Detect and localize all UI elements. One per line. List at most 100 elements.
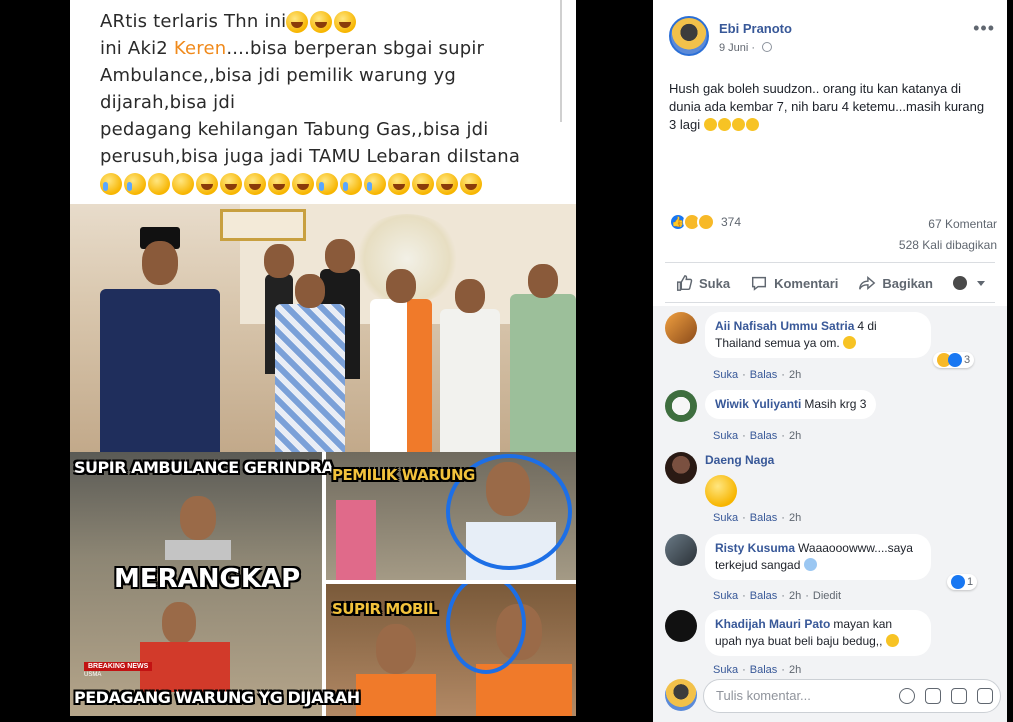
supir-ambulance-label: SUPIR AMBULANCE GERINDRA: [74, 458, 334, 477]
comment-time[interactable]: 2h: [789, 512, 801, 524]
commenter-avatar[interactable]: [665, 312, 697, 344]
sad-emoji-icon: [100, 173, 122, 196]
laugh-emoji-icon: [220, 173, 242, 196]
comments-section: Aii Nafisah Ummu Satria 4 di Thailand sem…: [653, 306, 1007, 676]
more-options-button[interactable]: •••: [973, 18, 995, 39]
collage-cell-ambulance: MERANGKAP BREAKING NEWS USMA: [70, 452, 322, 716]
sticker-icon[interactable]: [977, 688, 993, 704]
post-date-text[interactable]: 9 Juni: [719, 42, 748, 54]
like-reaction-icon: [948, 353, 962, 367]
grin-emoji-icon: [310, 11, 333, 33]
grin-emoji-icon: [717, 118, 731, 131]
commenter-name[interactable]: Khadijah Mauri Pato: [715, 617, 830, 631]
commenter-name[interactable]: Wiwik Yuliyanti: [715, 397, 801, 411]
breaking-news-label: BREAKING NEWS: [84, 662, 153, 671]
caption-line-5: pedagang kehilangan Tabung Gas,,bisa jdi: [100, 119, 489, 140]
comment-reaction-count: 3: [964, 354, 971, 366]
caption-line-2-suffix: ....bisa berperan sbgai supir: [226, 38, 485, 59]
comment-actions: Suka · Balas · 2h: [713, 369, 802, 381]
caption-scrollbar: [560, 0, 562, 122]
gif-icon[interactable]: [951, 688, 967, 704]
like-label: Suka: [699, 275, 731, 291]
reaction-count[interactable]: 374: [721, 215, 741, 229]
eyeroll-emoji-icon: [172, 173, 194, 196]
comment-reply-link[interactable]: Balas: [750, 512, 778, 524]
chevron-down-icon: [977, 280, 985, 286]
comment-like-link[interactable]: Suka: [713, 590, 738, 602]
comment-label: Komentari: [774, 275, 839, 291]
comment-like-link[interactable]: Suka: [713, 369, 738, 381]
comment-time[interactable]: 2h: [789, 369, 801, 381]
audience-selector[interactable]: [943, 276, 995, 290]
engagement-counts: 67 Komentar 528 Kali dibagikan: [899, 214, 997, 256]
comment-bubble: Risty Kusuma Waaaooowww....saya terkejud …: [705, 534, 931, 580]
comment-reply-link[interactable]: Balas: [750, 430, 778, 442]
comment-item: Risty Kusuma Waaaooowww....saya terkejud …: [665, 534, 995, 602]
comment-count[interactable]: 67 Komentar: [899, 214, 997, 235]
comment-text: Masih krg 3: [804, 397, 867, 411]
post-date[interactable]: 9 Juni ·: [719, 42, 773, 54]
comment-actions: Suka · Balas · 2h: [713, 430, 802, 442]
comment-time[interactable]: 2h: [789, 590, 801, 602]
post-actions: Suka Komentari Bagikan: [665, 268, 995, 298]
camera-icon[interactable]: [925, 688, 941, 704]
caption-line-3: Ambulance,,bisa jdi pemilik warung yg: [100, 65, 457, 86]
commenter-avatar[interactable]: [665, 390, 697, 422]
comment-edited[interactable]: Diedit: [813, 590, 841, 602]
rofl-emoji-icon: [412, 173, 434, 196]
author-avatar[interactable]: [669, 16, 709, 56]
comment-bubble: Khadijah Mauri Pato mayan kan upah nya bu…: [705, 610, 931, 656]
grin-emoji-icon: [334, 11, 357, 33]
comment-body: Daeng Naga: [705, 452, 774, 507]
pemilik-warung-label: PEMILIK WARUNG: [332, 466, 475, 484]
tears-emoji-icon: [340, 173, 362, 196]
commenter-avatar[interactable]: [665, 534, 697, 566]
shared-image[interactable]: ARtis terlaris Thn ini ini Aki2 Keren...…: [70, 0, 576, 716]
share-arrow-icon: [859, 276, 876, 290]
comment-reaction-badge[interactable]: 1: [947, 574, 978, 590]
caption-line-4: dijarah,bisa jdi: [100, 92, 236, 113]
wow-reaction-icon: [697, 213, 715, 231]
laugh-emoji-icon: [292, 173, 314, 196]
laugh-emoji-icon: [268, 173, 290, 196]
rofl-emoji-icon: [388, 173, 410, 196]
commenter-avatar[interactable]: [665, 452, 697, 484]
post-panel: Ebi Pranoto 9 Juni · ••• Hush gak boleh …: [653, 0, 1007, 722]
comment-time[interactable]: 2h: [789, 430, 801, 442]
share-count[interactable]: 528 Kali dibagikan: [899, 235, 997, 256]
commenter-name[interactable]: Aii Nafisah Ummu Satria: [715, 319, 854, 333]
image-caption-text: ARtis terlaris Thn ini ini Aki2 Keren...…: [70, 0, 576, 170]
laugh-emoji-icon: [843, 336, 857, 349]
scream-emoji-icon: [803, 558, 817, 571]
tears-emoji-icon: [316, 173, 338, 196]
image-caption-box: ARtis terlaris Thn ini ini Aki2 Keren...…: [70, 0, 576, 204]
like-button[interactable]: Suka: [665, 274, 740, 292]
comment-item: Khadijah Mauri Pato mayan kan upah nya bu…: [665, 610, 995, 676]
comment-reply-link[interactable]: Balas: [750, 369, 778, 381]
thumbs-up-icon: [676, 275, 693, 291]
commenter-avatar[interactable]: [665, 610, 697, 642]
comment-button[interactable]: Komentari: [740, 274, 848, 292]
comment-bubble: Aii Nafisah Ummu Satria 4 di Thailand sem…: [705, 312, 931, 358]
comment-bubble: Wiwik Yuliyanti Masih krg 3: [705, 390, 877, 419]
emoji-picker-icon[interactable]: [899, 688, 915, 704]
share-button[interactable]: Bagikan: [848, 274, 943, 292]
comment-like-link[interactable]: Suka: [713, 430, 738, 442]
author-name[interactable]: Ebi Pranoto: [719, 21, 792, 36]
comment-reaction-count: 1: [967, 576, 974, 588]
commenter-name[interactable]: Risty Kusuma: [715, 541, 795, 555]
commenter-name[interactable]: Daeng Naga: [705, 453, 774, 467]
comment-item: Wiwik Yuliyanti Masih krg 3 Suka · Balas · 2h: [665, 390, 995, 442]
supir-mobil-label: SUPIR MOBIL: [332, 600, 438, 618]
comment-reply-link[interactable]: Balas: [750, 590, 778, 602]
comment-actions: Suka · Balas · 2h: [713, 512, 802, 524]
reaction-summary[interactable]: 👍 374: [669, 212, 741, 232]
caption-highlight: Keren: [173, 38, 227, 59]
caption-line-6: perusuh,bisa juga jadi TAMU Lebaran diIs…: [100, 146, 521, 167]
comment-item: Aii Nafisah Ummu Satria 4 di Thailand sem…: [665, 312, 995, 381]
divider: [665, 262, 995, 263]
person-guest-orange: [370, 269, 432, 452]
comment-reaction-badge[interactable]: 3: [933, 352, 975, 368]
comment-like-link[interactable]: Suka: [713, 512, 738, 524]
divider: [665, 302, 995, 303]
